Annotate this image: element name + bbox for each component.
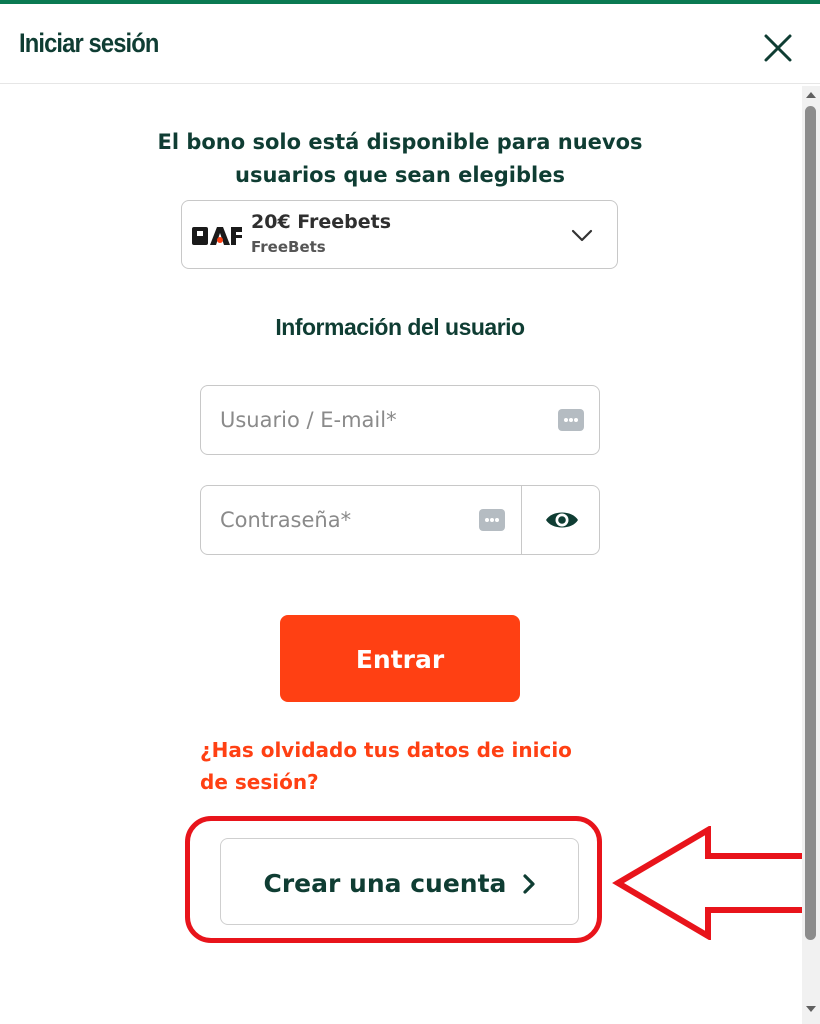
password-input[interactable]: [201, 486, 471, 554]
bonus-type: FreeBets: [251, 238, 326, 256]
close-icon: [764, 34, 792, 62]
page-title: Iniciar sesión: [19, 28, 159, 58]
scroll-up-icon[interactable]: [804, 90, 818, 100]
forgot-credentials-link[interactable]: ¿Has olvidado tus datos de inicio de ses…: [200, 734, 600, 798]
password-manager-icon[interactable]: [558, 409, 584, 431]
scrollbar-thumb[interactable]: [805, 106, 816, 940]
paf-logo: [192, 227, 242, 245]
scroll-down-icon[interactable]: [804, 1004, 818, 1014]
password-field-wrapper: [200, 485, 600, 555]
username-input[interactable]: [201, 386, 541, 454]
chevron-down-icon: [571, 229, 593, 242]
bonus-name: 20€ Freebets: [251, 211, 392, 233]
password-manager-icon[interactable]: [479, 509, 505, 531]
close-button[interactable]: [760, 30, 796, 66]
arrow-left-icon: [612, 826, 809, 940]
login-button[interactable]: Entrar: [280, 615, 520, 702]
bonus-dropdown[interactable]: 20€ Freebets FreeBets: [181, 200, 618, 269]
bonus-eligibility-text: El bono solo está disponible para nuevos…: [157, 130, 643, 187]
user-info-heading: Información del usuario: [275, 314, 525, 340]
chevron-right-icon: [522, 873, 535, 894]
modal-header: Iniciar sesión: [0, 4, 820, 84]
toggle-password-button[interactable]: [522, 486, 600, 554]
create-account-button[interactable]: Crear una cuenta: [220, 838, 579, 925]
username-field-wrapper: [200, 385, 600, 455]
create-account-label: Crear una cuenta: [263, 869, 507, 898]
eye-icon: [546, 512, 578, 528]
